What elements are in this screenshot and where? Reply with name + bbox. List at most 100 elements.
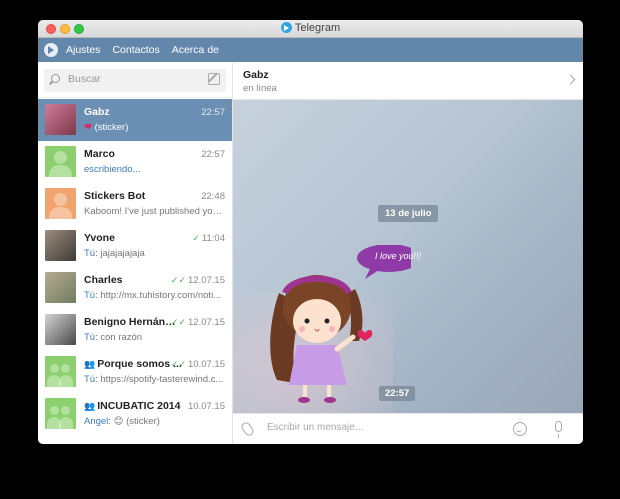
chat-name-text: Porque somos ... [97, 358, 182, 370]
chat-preview-text: con razón [97, 332, 143, 343]
sticker-caption: I love you!!! [375, 251, 422, 261]
chat-item-gabz[interactable]: Gabz 22:57 ❤ (sticker) [38, 99, 232, 141]
chat-preview: Tú: http://mx.tuhistory.com/noti... [84, 290, 224, 301]
composer [233, 413, 583, 444]
chat-name: Benigno Hernández [84, 316, 182, 328]
chat-time-text: 11:04 [201, 233, 225, 244]
chat-header[interactable]: Gabz en línea [233, 63, 583, 100]
chat-list: Gabz 22:57 ❤ (sticker) Marco 22:57 escri… [38, 99, 232, 435]
microphone-icon[interactable] [555, 421, 562, 438]
header-contact-name: Gabz [243, 69, 269, 81]
window-title-text: Telegram [294, 22, 341, 34]
left-eye-shape [304, 318, 310, 324]
chat-time: 22:57 [201, 107, 225, 118]
menu-contacts[interactable]: Contactos [112, 44, 159, 56]
search-input[interactable] [68, 73, 188, 85]
date-separator: 13 de julio [378, 205, 439, 222]
chat-preview: escribiendo... [84, 164, 141, 175]
sticker-girl-image[interactable] [261, 245, 411, 405]
chat-preview-text: 😊 (sticker) [110, 416, 160, 427]
person-icon [54, 151, 67, 164]
chat-preview-text: http://mx.tuhistory.com/noti... [97, 290, 222, 301]
chat-sender-prefix: Tú: [84, 374, 98, 385]
check-icon: ✓ [192, 233, 200, 243]
chat-preview: Tú: jajajajajaja [84, 248, 224, 259]
chat-item-charles[interactable]: Charles ✓✓ 12.07.15 Tú: http://mx.tuhisto… [38, 267, 232, 309]
group-icon: 👥 [84, 359, 96, 369]
chat-item-yvone[interactable]: Yvone ✓ 11:04 Tú: jajajajajaja [38, 225, 232, 267]
chat-time: ✓ 11:04 [192, 233, 225, 244]
chat-sender-prefix: Tú: [84, 290, 98, 301]
avatar [45, 146, 76, 177]
chat-preview: Tú: https://spotify-tasterewind.c... [84, 374, 224, 385]
chevron-right-icon[interactable] [565, 74, 576, 85]
person-body-shape [49, 165, 72, 177]
chat-item-porque-somos[interactable]: 👥 Porque somos ... ✓✓ 10.07.15 Tú: https:/… [38, 351, 232, 393]
left-cheek-shape [299, 326, 305, 332]
telegram-logo-icon [280, 22, 292, 33]
chat-preview: Angel: 😊 (sticker) [84, 416, 224, 427]
chat-name: Yvone [84, 232, 115, 244]
avatar [45, 188, 76, 219]
chat-name: Gabz [84, 106, 110, 118]
face-shape [293, 299, 341, 343]
chat-sender-prefix: Tú: [84, 332, 98, 343]
group-body-shape [59, 375, 73, 387]
message-input[interactable] [267, 422, 467, 433]
emoji-icon[interactable] [513, 422, 527, 436]
chat-name: Charles [84, 274, 123, 286]
telegram-window: Telegram Ajustes Contactos Acerca de Gab… [38, 20, 583, 444]
avatar [45, 314, 76, 345]
person-icon [54, 193, 67, 206]
avatar [45, 356, 76, 387]
chat-item-benigno[interactable]: Benigno Hernández ✓✓ 12.07.15 Tú: con raz… [38, 309, 232, 351]
search-bar [38, 63, 232, 98]
avatar [45, 272, 76, 303]
right-cheek-shape [329, 326, 335, 332]
chat-time-text: 12.07.15 [188, 317, 225, 328]
right-eye-shape [324, 318, 330, 324]
arm-shape [334, 334, 356, 352]
avatar [45, 398, 76, 429]
header-status: en línea [243, 83, 277, 94]
compose-icon[interactable] [208, 73, 220, 85]
menu-settings[interactable]: Ajustes [66, 44, 100, 56]
chat-name: Marco [84, 148, 115, 160]
double-check-icon: ✓✓ [170, 359, 187, 369]
sidebar: Gabz 22:57 ❤ (sticker) Marco 22:57 escri… [38, 63, 233, 444]
chat-preview: Tú: con razón [84, 332, 224, 343]
menu-about[interactable]: Acerca de [172, 44, 219, 56]
group-person-icon [61, 406, 70, 415]
chat-time-text: 10.07.15 [188, 359, 225, 370]
chat-preview-text: https://spotify-tasterewind.c... [97, 374, 224, 385]
avatar [45, 230, 76, 261]
search-icon [51, 74, 60, 83]
attach-icon[interactable] [239, 420, 256, 438]
menu-bar: Ajustes Contactos Acerca de [38, 38, 583, 62]
avatar [45, 104, 76, 135]
heart-icon [357, 330, 373, 341]
double-check-icon: ✓✓ [170, 275, 187, 285]
chat-item-stickers-bot[interactable]: Stickers Bot 22:48 Kaboom! I've just pub… [38, 183, 232, 225]
chat-item-incubatic[interactable]: 👥 INCUBATIC 2014 10.07.15 Angel: 😊 (stick… [38, 393, 232, 435]
chat-preview-text: (sticker) [94, 122, 129, 133]
group-body-shape [59, 417, 73, 429]
chat-preview: ❤ (sticker) [84, 122, 224, 133]
chat-name: 👥 INCUBATIC 2014 [84, 400, 182, 412]
telegram-menu-icon[interactable] [44, 43, 58, 57]
message-time: 22:57 [379, 386, 416, 401]
chat-name-text: INCUBATIC 2014 [97, 400, 181, 412]
chat-time: ✓✓ 10.07.15 [171, 359, 225, 370]
person-body-shape [49, 207, 72, 219]
chat-preview: Kaboom! I've just published you... [84, 206, 224, 217]
chat-preview-text: jajajajajaja [97, 248, 145, 259]
chat-name: Stickers Bot [84, 190, 146, 202]
chat-time-text: 12.07.15 [188, 275, 225, 286]
group-icon: 👥 [84, 401, 96, 411]
chat-pane: Gabz en línea 13 de julio I love you!!! … [233, 63, 583, 444]
search-box[interactable] [44, 69, 226, 92]
chat-time: ✓✓ 12.07.15 [171, 275, 225, 286]
chat-time: ✓✓ 12.07.15 [171, 317, 225, 328]
message-area[interactable]: 13 de julio I love you!!! 22:57 [233, 100, 583, 413]
chat-item-marco[interactable]: Marco 22:57 escribiendo... [38, 141, 232, 183]
